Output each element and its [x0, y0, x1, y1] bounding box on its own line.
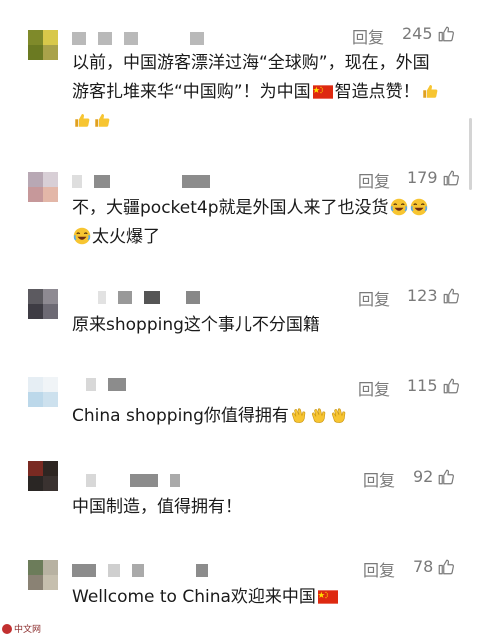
laughing-emoji-icon: [73, 227, 91, 245]
comment-text: 不，大疆pocket4p就是外国人来了也没货 太火爆了: [72, 194, 452, 252]
reply-button[interactable]: 回复: [352, 24, 384, 48]
site-logo-icon: [2, 623, 12, 634]
comment-line: 以前，中国游客漂洋过海“全球购”，现在，外国: [72, 53, 430, 73]
like-button[interactable]: 92: [413, 467, 455, 486]
like-count: 123: [407, 286, 438, 305]
comment-line: [72, 107, 452, 136]
laughing-emoji-icon: [410, 198, 428, 216]
avatar[interactable]: [28, 172, 58, 202]
username-blurred[interactable]: [72, 30, 204, 46]
comment-line: 太火爆了: [72, 223, 452, 252]
like-button[interactable]: 115: [407, 376, 460, 395]
comment-line: 游客扎堆来华“中国购”！为中国 智造点赞！: [72, 78, 452, 107]
reply-button[interactable]: 回复: [363, 467, 395, 491]
thumbs-up-icon: [442, 377, 460, 395]
reply-button[interactable]: 回复: [363, 557, 395, 581]
comment-text: 原来shopping这个事儿不分国籍: [72, 311, 452, 340]
comment-text-segment: 游客扎堆来华“中国购”！为中国: [72, 82, 311, 102]
thumbs-up-icon: [437, 25, 455, 43]
thumbs-up-emoji-icon: [93, 111, 111, 129]
thumbs-up-icon: [437, 558, 455, 576]
clapping-emoji-icon: [310, 406, 328, 424]
china-flag-icon: [318, 590, 338, 604]
comment-line: 中国制造，值得拥有！: [72, 497, 242, 517]
comment-text-segment: China shopping你值得拥有: [72, 406, 289, 426]
comment-text: China shopping你值得拥有: [72, 402, 452, 431]
laughing-emoji-icon: [390, 198, 408, 216]
scrollbar[interactable]: [469, 118, 472, 190]
clapping-emoji-icon: [330, 406, 348, 424]
comment-text-segment: 智造点赞！: [334, 82, 420, 102]
username-blurred[interactable]: [72, 562, 208, 578]
watermark-text: 中文网: [14, 625, 42, 635]
username-blurred[interactable]: [72, 472, 180, 488]
comment-line: China shopping你值得拥有: [72, 402, 452, 431]
comment-text: 以前，中国游客漂洋过海“全球购”，现在，外国 游客扎堆来华“中国购”！为中国 智造…: [72, 49, 452, 136]
username-blurred[interactable]: [72, 289, 200, 305]
like-count: 78: [413, 557, 434, 576]
thumbs-up-icon: [442, 287, 460, 305]
thumbs-up-icon: [442, 169, 460, 187]
reply-button[interactable]: 回复: [358, 286, 390, 310]
like-count: 179: [407, 168, 438, 187]
comment-line: 不，大疆pocket4p就是外国人来了也没货: [72, 194, 452, 223]
username-blurred[interactable]: [72, 173, 210, 189]
thumbs-up-icon: [437, 468, 455, 486]
comment-text-segment: 不，大疆pocket4p就是外国人来了也没货: [72, 198, 389, 218]
comment-text: 中国制造，值得拥有！: [72, 493, 452, 522]
avatar[interactable]: [28, 560, 58, 590]
like-button[interactable]: 78: [413, 557, 455, 576]
comment-line: 原来shopping这个事儿不分国籍: [72, 315, 320, 335]
comment-text: Wellcome to China欢迎来中国: [72, 583, 452, 612]
username-blurred[interactable]: [72, 376, 126, 392]
avatar[interactable]: [28, 289, 58, 319]
like-count: 92: [413, 467, 434, 486]
clapping-emoji-icon: [290, 406, 308, 424]
like-button[interactable]: 123: [407, 286, 460, 305]
avatar[interactable]: [28, 377, 58, 407]
avatar[interactable]: [28, 461, 58, 491]
thumbs-up-emoji-icon: [421, 82, 439, 100]
comment-text-segment: 太火爆了: [92, 227, 160, 247]
reply-button[interactable]: 回复: [358, 376, 390, 400]
like-count: 245: [402, 24, 433, 43]
avatar[interactable]: [28, 30, 58, 60]
reply-button[interactable]: 回复: [358, 168, 390, 192]
like-button[interactable]: 245: [402, 24, 455, 43]
comment-text-segment: Wellcome to China欢迎来中国: [72, 587, 316, 607]
like-count: 115: [407, 376, 438, 395]
thumbs-up-emoji-icon: [73, 111, 91, 129]
like-button[interactable]: 179: [407, 168, 460, 187]
comment-line: Wellcome to China欢迎来中国: [72, 583, 452, 612]
watermark: 中文网: [2, 622, 41, 635]
china-flag-icon: [313, 85, 333, 99]
